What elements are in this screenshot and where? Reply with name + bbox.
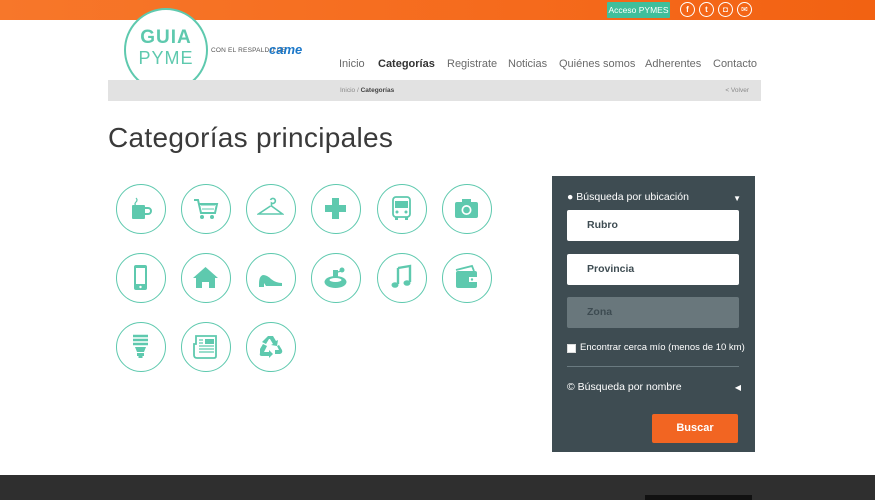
nav-item-registrate[interactable]: Registrate [447,58,497,70]
breadcrumb-home[interactable]: Inicio [340,87,355,94]
category-shopping-cart-icon[interactable] [181,184,231,234]
breadcrumb-current: Categorías [360,87,395,94]
nav-item-inicio[interactable]: Inicio [339,58,365,70]
came-logo: came [269,42,303,57]
caret-left-icon[interactable]: ◀ [735,383,741,392]
category-mobile-phone-icon[interactable] [116,253,166,303]
logo-text-pyme: PYME [138,48,194,68]
search-panel: ● Búsqueda por ubicación ▼ Rubro Provinc… [552,176,755,452]
volver-link[interactable]: < Volver [725,87,749,94]
category-wallet-icon[interactable] [442,253,492,303]
nav-item-quienes-somos[interactable]: Quiénes somos [559,58,635,70]
nearby-checkbox[interactable] [567,344,576,353]
top-bar: Acceso PYMES f t ◘ ✉ [0,0,875,20]
category-light-bulb-icon[interactable] [116,322,166,372]
category-music-note-icon[interactable] [377,253,427,303]
provincia-select[interactable]: Provincia [567,254,739,285]
category-health-cross-icon[interactable] [311,184,361,234]
location-search-heading[interactable]: ● Búsqueda por ubicación [567,191,689,203]
location-search-label: Búsqueda por ubicación [576,191,689,203]
footer-block [645,495,752,500]
copyright-icon: © [567,381,575,393]
map-marker-icon: ● [567,191,574,203]
acceso-pymes-button[interactable]: Acceso PYMES [607,2,670,18]
facebook-icon[interactable]: f [680,2,695,17]
page-title: Categorías principales [108,122,394,153]
category-coffee-cup-icon[interactable] [116,184,166,234]
category-camera-icon[interactable] [442,184,492,234]
logo-text-guia: GUIA [140,27,192,48]
nav-item-adherentes[interactable]: Adherentes [645,58,701,70]
category-high-heel-shoe-icon[interactable] [246,253,296,303]
category-bus-icon[interactable] [377,184,427,234]
nav-item-categorias[interactable]: Categorías [378,58,435,70]
breadcrumb: Inicio / Categorías < Volver [108,80,761,101]
nav-item-noticias[interactable]: Noticias [508,58,547,70]
zona-select[interactable]: Zona [567,297,739,328]
category-clothes-hanger-icon[interactable] [246,184,296,234]
name-search-heading[interactable]: © Búsqueda por nombre [567,381,682,393]
breadcrumb-trail: Inicio / Categorías [340,87,394,94]
nearby-label: Encontrar cerca mío (menos de 10 km) [580,342,745,353]
caret-down-icon[interactable]: ▼ [733,194,741,203]
category-perfume-icon[interactable] [311,253,361,303]
category-newspaper-icon[interactable] [181,322,231,372]
mail-icon[interactable]: ✉ [737,2,752,17]
footer [0,475,875,500]
twitter-icon[interactable]: t [699,2,714,17]
category-house-icon[interactable] [181,253,231,303]
nav-item-contacto[interactable]: Contacto [713,58,757,70]
instagram-icon[interactable]: ◘ [718,2,733,17]
divider [567,366,739,367]
buscar-button[interactable]: Buscar [652,414,738,443]
category-recycle-icon[interactable] [246,322,296,372]
name-search-label: Búsqueda por nombre [577,381,682,393]
rubro-select[interactable]: Rubro [567,210,739,241]
